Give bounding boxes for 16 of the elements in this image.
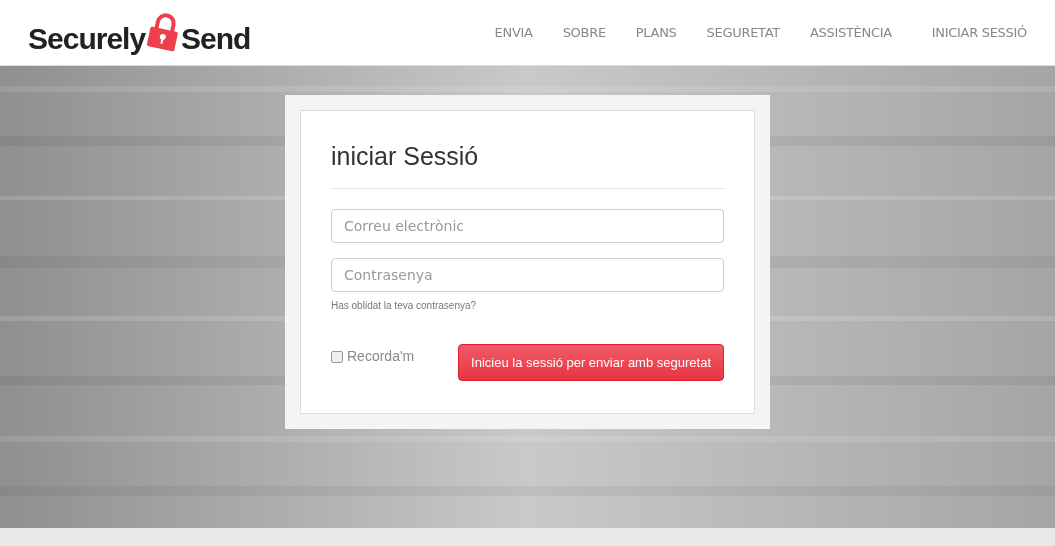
nav-link[interactable]: SOBRE	[562, 22, 606, 43]
nav-link[interactable]: ENVIA	[494, 22, 533, 43]
logo-text: Securely	[28, 23, 146, 54]
padlock-icon	[146, 11, 181, 52]
nav-link[interactable]: PLANS	[635, 22, 677, 43]
email-field[interactable]: Correu electrònic	[331, 209, 724, 243]
nav-link[interactable]: ASSISTÈNCIA	[809, 22, 892, 43]
nav-link[interactable]: INICIAR SESSIÓ	[931, 22, 1027, 43]
remember-label: Recorda'm	[347, 347, 415, 366]
forgot-password-link[interactable]: Has oblidat la teva contrasenya?	[331, 298, 477, 313]
form-title: iniciar Sessió	[331, 141, 480, 171]
password-field[interactable]: Contrasenya	[331, 258, 724, 292]
nav-link[interactable]: SEGURETAT	[706, 22, 780, 43]
logo-text: Send	[181, 23, 251, 54]
remember-checkbox[interactable]	[331, 350, 343, 363]
sign-in-button[interactable]: Inicieu la sessió per enviar amb seguretat	[458, 344, 724, 381]
